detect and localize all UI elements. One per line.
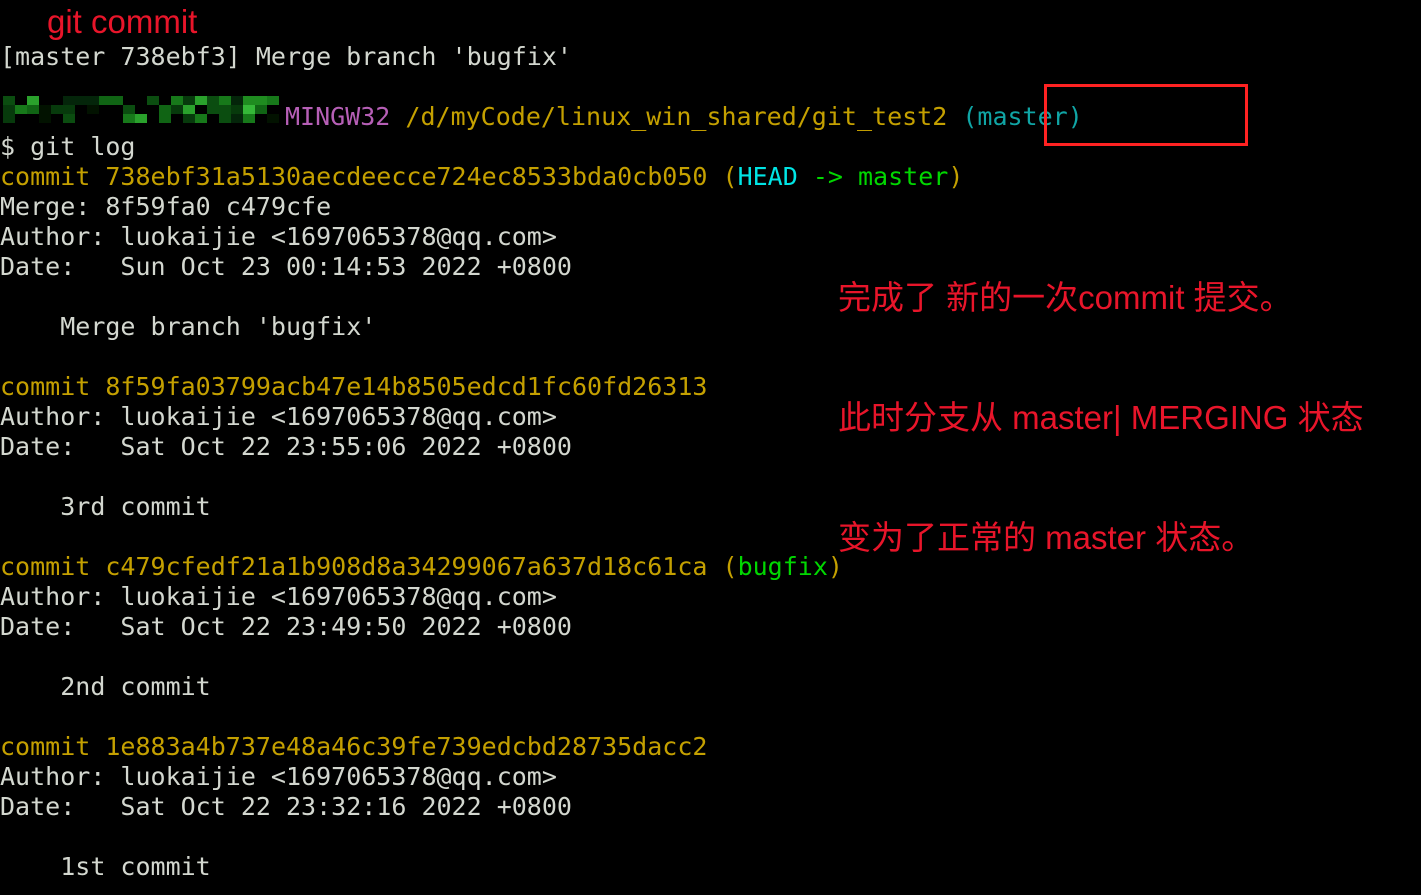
commit-header-2: commit c479cfedf21a1b908d8a34299067a637d… xyxy=(0,552,843,582)
date-label-3: Date: xyxy=(0,792,76,821)
commit-author-line-2: Author: luokaijie <1697065378@qq.com> xyxy=(0,582,557,612)
commit-label-0: commit xyxy=(0,162,91,191)
ref-branch-0: master xyxy=(858,162,949,191)
commit-message-0: Merge branch 'bugfix' xyxy=(0,312,376,342)
commit-hash-3: 1e883a4b737e48a46c39fe739edcbd28735dacc2 xyxy=(105,732,708,761)
commit-date-line-2: Date: Sat Oct 22 23:49:50 2022 +0800 xyxy=(0,612,572,642)
refs-close-paren-0: ) xyxy=(948,162,964,191)
merge-parents-0: 8f59fa0 c479cfe xyxy=(105,192,332,221)
ref-branch-2: bugfix xyxy=(737,552,828,581)
ref-arrow-0: -> xyxy=(797,162,858,191)
date-value-3: Sat Oct 22 23:32:16 2022 +0800 xyxy=(120,792,572,821)
prompt-mingw-label: MINGW32 xyxy=(285,102,391,131)
author-label-2: Author: xyxy=(0,582,106,611)
redacted-username-mosaic xyxy=(3,96,279,123)
commit-header-3: commit 1e883a4b737e48a46c39fe739edcbd287… xyxy=(0,732,707,762)
annotation-note-line-2: 此时分支从 master| MERGING 状态 xyxy=(838,399,1364,436)
terminal-command-line: $ git log xyxy=(0,132,135,162)
ref-head-0: HEAD xyxy=(737,162,798,191)
commit-message-text-3: 1st commit xyxy=(60,852,211,881)
commit-author-line-0: Author: luokaijie <1697065378@qq.com> xyxy=(0,222,557,252)
commit-label-3: commit xyxy=(0,732,91,761)
date-value-2: Sat Oct 22 23:49:50 2022 +0800 xyxy=(120,612,572,641)
annotation-note-line-1: 完成了 新的一次commit 提交。 xyxy=(838,279,1293,316)
commit-header-0: commit 738ebf31a5130aecdeecce724ec8533bd… xyxy=(0,162,963,192)
refs-open-paren-2: ( xyxy=(722,552,738,581)
merge-label-0: Merge: xyxy=(0,192,91,221)
author-value-0: luokaijie <1697065378@qq.com> xyxy=(120,222,557,251)
commit-hash-1: 8f59fa03799acb47e14b8505edcd1fc60fd26313 xyxy=(105,372,708,401)
author-value-1: luokaijie <1697065378@qq.com> xyxy=(120,402,557,431)
annotation-highlight-box xyxy=(1044,84,1248,146)
author-value-3: luokaijie <1697065378@qq.com> xyxy=(120,762,557,791)
commit-date-line-1: Date: Sat Oct 22 23:55:06 2022 +0800 xyxy=(0,432,572,462)
commit-merge-line-0: Merge: 8f59fa0 c479cfe xyxy=(0,192,331,222)
terminal-line-commit-result: [master 738ebf3] Merge branch 'bugfix' xyxy=(0,42,572,72)
commit-message-1: 3rd commit xyxy=(0,492,211,522)
annotation-title: git commit xyxy=(47,3,198,40)
commit-message-text-2: 2nd commit xyxy=(60,672,211,701)
author-label-3: Author: xyxy=(0,762,106,791)
annotation-note-line-3: 变为了正常的 master 状态。 xyxy=(838,519,1255,556)
commit-date-line-3: Date: Sat Oct 22 23:32:16 2022 +0800 xyxy=(0,792,572,822)
date-value-1: Sat Oct 22 23:55:06 2022 +0800 xyxy=(120,432,572,461)
prompt-dollar-sign: $ xyxy=(0,132,16,161)
refs-open-paren-0: ( xyxy=(722,162,738,191)
date-label-1: Date: xyxy=(0,432,76,461)
terminal-window: [master 738ebf3] Merge branch 'bugfix' M… xyxy=(0,0,1421,895)
commit-author-line-3: Author: luokaijie <1697065378@qq.com> xyxy=(0,762,557,792)
commit-label-1: commit xyxy=(0,372,91,401)
date-label-2: Date: xyxy=(0,612,76,641)
commit-message-text-1: 3rd commit xyxy=(60,492,211,521)
date-label-0: Date: xyxy=(0,252,76,281)
author-label-1: Author: xyxy=(0,402,106,431)
commit-message-2: 2nd commit xyxy=(0,672,211,702)
commit-label-2: commit xyxy=(0,552,91,581)
commit-hash-2: c479cfedf21a1b908d8a34299067a637d18c61ca xyxy=(105,552,708,581)
commit-header-1: commit 8f59fa03799acb47e14b8505edcd1fc60… xyxy=(0,372,707,402)
commit-message-3: 1st commit xyxy=(0,852,211,882)
prompt-path: /d/myCode/linux_win_shared/git_test2 xyxy=(405,102,948,131)
commit-result-text: [master 738ebf3] Merge branch 'bugfix' xyxy=(0,42,572,71)
command-git-log: git log xyxy=(30,132,136,161)
annotation-note: 完成了 新的一次commit 提交。 此时分支从 master| MERGING… xyxy=(838,198,1364,638)
commit-hash-0: 738ebf31a5130aecdeecce724ec8533bda0cb050 xyxy=(105,162,708,191)
author-label-0: Author: xyxy=(0,222,106,251)
commit-message-text-0: Merge branch 'bugfix' xyxy=(60,312,377,341)
date-value-0: Sun Oct 23 00:14:53 2022 +0800 xyxy=(120,252,572,281)
commit-author-line-1: Author: luokaijie <1697065378@qq.com> xyxy=(0,402,557,432)
commit-date-line-0: Date: Sun Oct 23 00:14:53 2022 +0800 xyxy=(0,252,572,282)
author-value-2: luokaijie <1697065378@qq.com> xyxy=(120,582,557,611)
